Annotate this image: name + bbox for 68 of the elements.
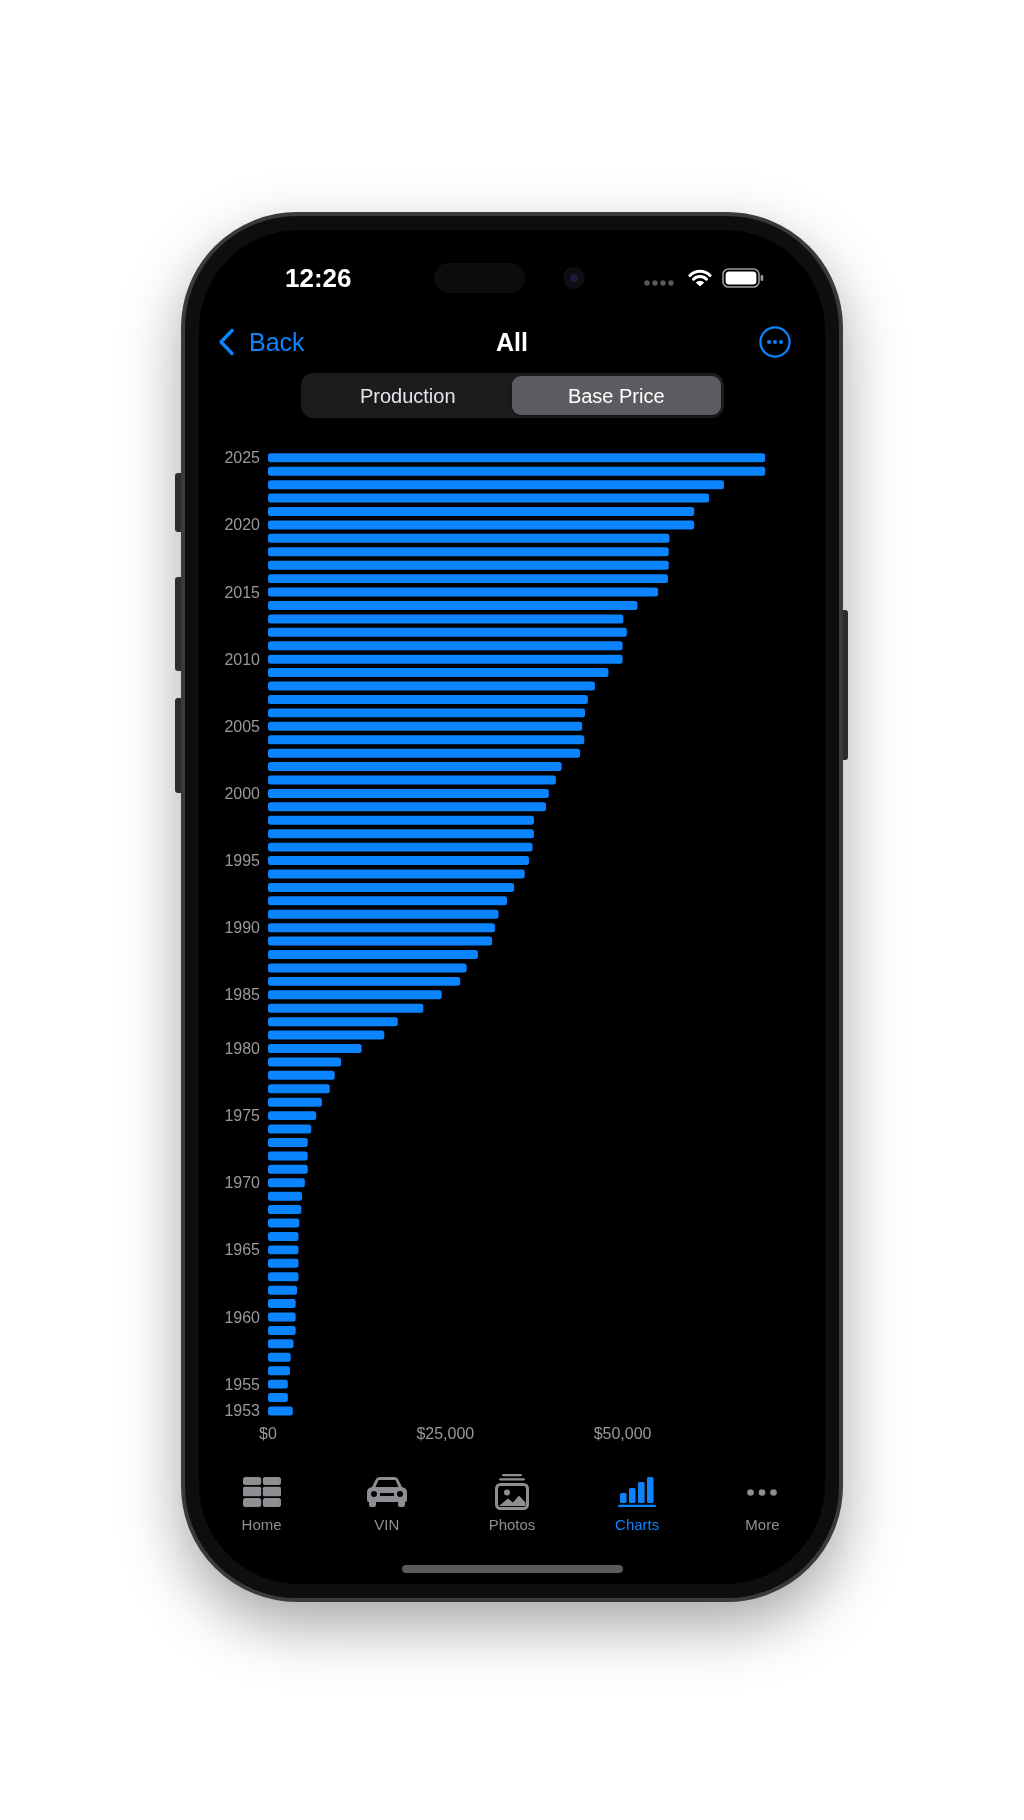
frame-side-ridge xyxy=(175,473,181,532)
chart-bar xyxy=(268,1366,290,1376)
chart-bar xyxy=(268,1084,330,1094)
chart-bar xyxy=(268,1138,308,1147)
axis-label: 1960 xyxy=(224,1308,260,1326)
battery-icon xyxy=(722,268,764,288)
axis-label: $50,000 xyxy=(593,1424,652,1442)
axis-label: 1980 xyxy=(224,1040,260,1057)
axis-label: 1970 xyxy=(224,1174,260,1192)
segment-tab[interactable]: Production xyxy=(303,376,512,415)
wifi-icon xyxy=(688,269,712,287)
axis-label: 2020 xyxy=(224,516,260,534)
camera-icon xyxy=(563,267,585,289)
axis-label: 2000 xyxy=(224,784,260,802)
chart-bar xyxy=(268,1379,288,1389)
chart-bar xyxy=(268,1124,312,1134)
axis-label: 1990 xyxy=(224,919,260,937)
axis-label: $25,000 xyxy=(416,1424,475,1442)
chart-bar xyxy=(268,1151,308,1161)
chart-bar xyxy=(268,1097,322,1107)
axis-label: 1985 xyxy=(224,986,260,1004)
chart-bar xyxy=(268,1325,296,1335)
status-time: 12:26 xyxy=(285,263,353,293)
tab-bar-item[interactable]: Home xyxy=(241,1474,282,1534)
tab-bar-item[interactable]: Charts xyxy=(615,1474,660,1534)
axis-label: 2025 xyxy=(224,449,260,467)
chart-bar xyxy=(268,1339,294,1349)
axis-label: $0 xyxy=(259,1424,277,1442)
chart-bar xyxy=(268,1393,288,1403)
chart-bar xyxy=(268,1178,305,1188)
photo-stack-icon xyxy=(495,1474,529,1510)
chart-bar xyxy=(268,1111,317,1121)
more-options-button[interactable] xyxy=(759,326,791,358)
back-button[interactable]: Back xyxy=(218,327,305,357)
chart-bar xyxy=(268,1272,299,1282)
axis-label: 1995 xyxy=(224,852,260,870)
chart-bar xyxy=(268,1258,299,1268)
chart-bar xyxy=(268,1218,300,1228)
more-icon xyxy=(747,1488,778,1496)
tab-bar-item[interactable]: More xyxy=(745,1474,780,1534)
axis-label: 2005 xyxy=(224,717,260,735)
axis-label: 1975 xyxy=(224,1107,260,1125)
car-icon xyxy=(366,1477,407,1507)
axis-label: 2010 xyxy=(224,650,260,668)
table-icon xyxy=(242,1477,281,1507)
chart-bar xyxy=(268,1191,303,1201)
segment-tab[interactable]: Base Price xyxy=(512,376,721,415)
nav-title: All xyxy=(496,327,528,357)
chart-bar xyxy=(268,1285,298,1295)
chart-bar xyxy=(268,1406,293,1416)
axis-label: 1965 xyxy=(224,1241,260,1259)
chart-bar xyxy=(268,1231,299,1241)
ellipsis-circle-icon xyxy=(759,326,791,358)
chart-bar xyxy=(268,1352,291,1362)
bar-chart-icon xyxy=(618,1477,657,1507)
axis-label: 1955 xyxy=(224,1375,260,1393)
axis-label: 1953 xyxy=(224,1402,260,1420)
tab-bar-item[interactable]: VIN xyxy=(366,1474,407,1534)
chart-bar xyxy=(268,1205,302,1215)
axis-label: 2015 xyxy=(224,583,260,601)
chart-bar xyxy=(268,1299,296,1309)
tab-bar-item[interactable]: Photos xyxy=(488,1474,536,1534)
signal-dots-icon xyxy=(644,280,674,286)
chart-bar xyxy=(268,1245,299,1255)
chevron-left-icon xyxy=(218,328,235,356)
chart-bar xyxy=(268,1164,308,1174)
chart-bar xyxy=(268,1312,296,1322)
chart-bar xyxy=(268,1070,335,1080)
